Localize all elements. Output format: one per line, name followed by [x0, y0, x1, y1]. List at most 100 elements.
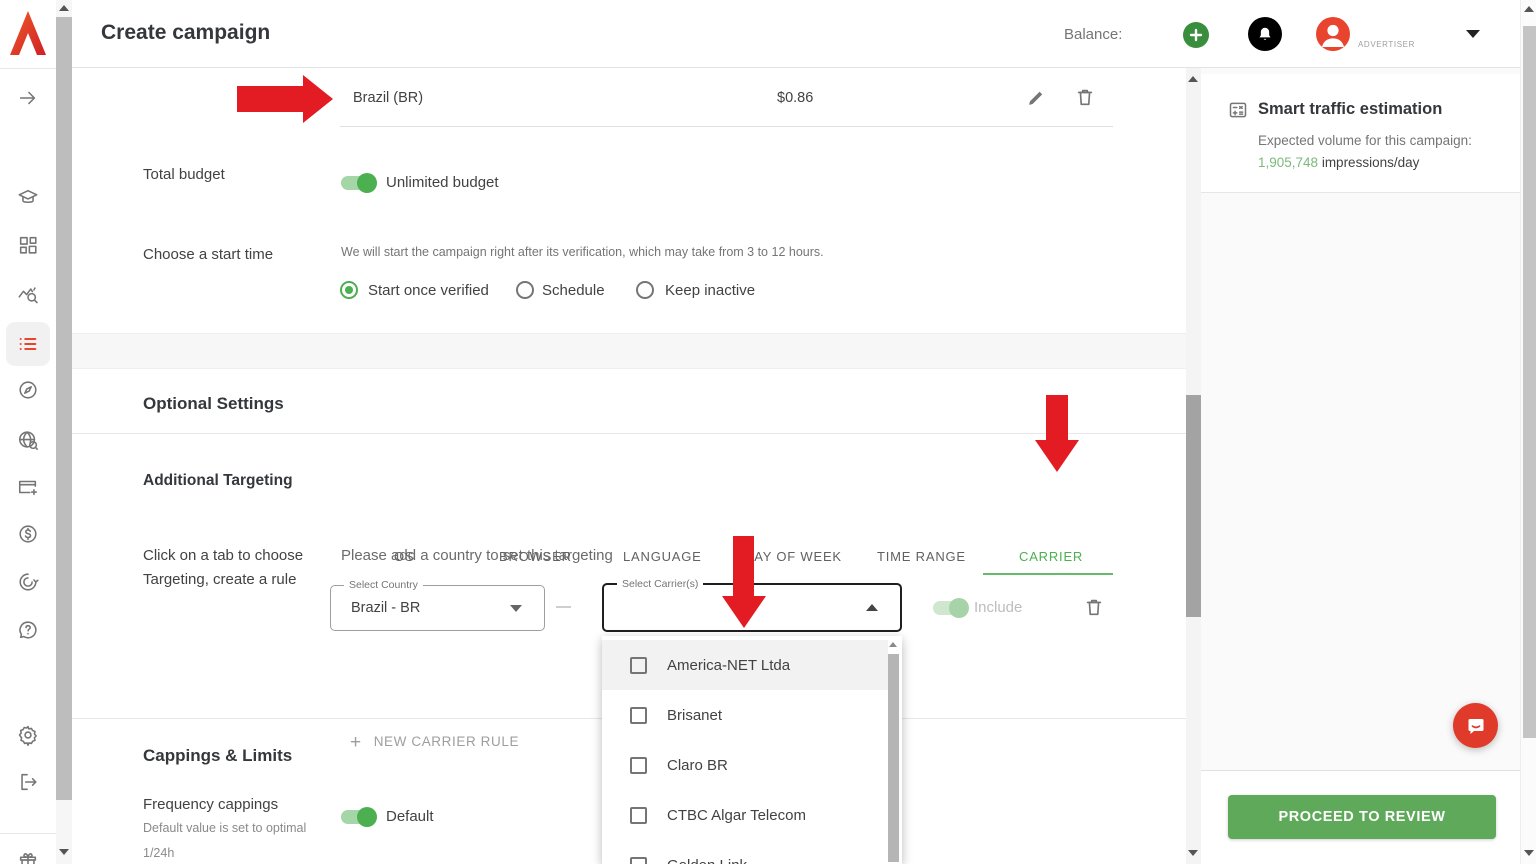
dropdown-option-label: CTBC Algar Telecom	[667, 807, 806, 824]
dropdown-option-america-net[interactable]: America-NET Ltda	[602, 640, 888, 690]
include-toggle[interactable]	[933, 601, 967, 615]
radio-keep-inactive[interactable]	[636, 281, 654, 299]
total-budget-label: Total budget	[143, 166, 225, 183]
account-menu-caret-icon[interactable]	[1466, 30, 1480, 38]
estimation-value-line: 1,905,748 impressions/day	[1258, 155, 1419, 170]
education-icon[interactable]	[6, 178, 50, 218]
top-header: Create campaign Balance: ADVERTISER	[72, 0, 1520, 68]
adsterra-logo-icon[interactable]	[9, 9, 47, 57]
content-scroll-up-icon[interactable]	[1188, 76, 1198, 82]
targeting-hint-line1: Click on a tab to choose	[143, 547, 303, 564]
delete-country-icon[interactable]	[1074, 86, 1098, 110]
dropdown-option-label: Claro BR	[667, 757, 728, 774]
page-scrollbar-thumb[interactable]	[1523, 26, 1536, 738]
proceed-to-review-button[interactable]: PROCEED TO REVIEW	[1228, 795, 1496, 839]
dropdown-option-golden-link[interactable]: Golden Link	[602, 840, 888, 864]
retention-icon[interactable]	[6, 562, 50, 602]
checkbox-icon[interactable]	[630, 757, 647, 774]
checkbox-icon[interactable]	[630, 657, 647, 674]
estimation-title: Smart traffic estimation	[1258, 100, 1442, 119]
dropdown-scrollbar[interactable]	[887, 640, 900, 864]
scroll-up-icon[interactable]	[59, 5, 69, 11]
country-row-price: $0.86	[777, 90, 813, 106]
settings-gear-icon[interactable]	[6, 715, 50, 755]
targeting-hint-line2: Targeting, create a rule	[143, 571, 296, 588]
tab-time-range[interactable]: TIME RANGE	[877, 549, 966, 564]
left-scrollbar[interactable]	[56, 0, 72, 864]
dropdown-scrollbar-thumb[interactable]	[888, 654, 899, 862]
dropdown-option-label: Brisanet	[667, 707, 722, 724]
dropdown-option-label: Golden Link	[667, 857, 747, 864]
app-root: Create campaign Balance: ADVERTISER Braz…	[0, 0, 1536, 864]
radio-keep-inactive-label: Keep inactive	[665, 282, 755, 299]
main-content: Brazil (BR) $0.86 Total budget Unlimited…	[72, 68, 1186, 864]
dropdown-option-claro-br[interactable]: Claro BR	[602, 740, 888, 790]
bottom-action-bar: PROCEED TO REVIEW	[1201, 770, 1520, 864]
calculator-icon	[1228, 100, 1248, 125]
checkbox-icon[interactable]	[630, 707, 647, 724]
optional-settings-title: Optional Settings	[143, 394, 284, 414]
additional-targeting-label: Additional Targeting	[143, 472, 293, 490]
avatar[interactable]	[1316, 17, 1350, 51]
notifications-bell-icon[interactable]	[1248, 17, 1282, 51]
radio-schedule[interactable]	[516, 281, 534, 299]
logout-icon[interactable]	[6, 762, 50, 802]
tab-carrier[interactable]: CARRIER	[1019, 549, 1083, 564]
section-divider	[72, 433, 1186, 434]
dashboard-icon[interactable]	[6, 225, 50, 265]
statistics-icon[interactable]	[6, 275, 50, 315]
content-scrollbar[interactable]	[1186, 68, 1201, 864]
billing-icon[interactable]	[6, 514, 50, 554]
country-select[interactable]: Select Country Brazil - BR	[330, 585, 545, 631]
dropdown-option-ctbc-algar[interactable]: CTBC Algar Telecom	[602, 790, 888, 840]
frequency-default-label: Default	[386, 808, 434, 825]
country-row-label: Brazil (BR)	[353, 90, 423, 106]
frequency-cappings-sub1: Default value is set to optimal	[143, 821, 306, 835]
traffic-chart-icon[interactable]	[6, 420, 50, 460]
content-scrollbar-thumb[interactable]	[1186, 395, 1201, 617]
right-panel: Smart traffic estimation Expected volume…	[1201, 68, 1520, 864]
carrier-select-label: Select Carrier(s)	[617, 578, 703, 590]
carrier-dropdown: America-NET Ltda Brisanet Claro BR CTBC …	[602, 636, 902, 864]
start-time-helper: We will start the campaign right after i…	[341, 245, 824, 259]
frequency-default-toggle[interactable]	[341, 810, 375, 824]
add-balance-button[interactable]	[1183, 22, 1209, 48]
explore-icon[interactable]	[6, 370, 50, 410]
carrier-select-caret-icon[interactable]	[866, 604, 878, 611]
new-carrier-rule-label: NEW CARRIER RULE	[374, 734, 519, 749]
country-select-caret-icon[interactable]	[510, 605, 522, 612]
new-carrier-rule-button[interactable]: + NEW CARRIER RULE	[350, 732, 519, 754]
add-funds-icon[interactable]	[6, 467, 50, 507]
help-icon[interactable]	[6, 610, 50, 650]
delete-rule-icon[interactable]	[1083, 596, 1107, 620]
checkbox-icon[interactable]	[630, 857, 647, 864]
edit-pencil-icon[interactable]	[1025, 87, 1049, 111]
include-label: Include	[974, 599, 1022, 616]
page-title: Create campaign	[101, 21, 270, 45]
dropdown-scroll-up-icon[interactable]	[889, 642, 897, 647]
checkbox-icon[interactable]	[630, 807, 647, 824]
balance-label: Balance:	[1064, 26, 1122, 43]
left-scrollbar-thumb[interactable]	[56, 17, 72, 800]
chat-widget-button[interactable]	[1453, 703, 1498, 748]
unlimited-budget-label: Unlimited budget	[386, 174, 499, 191]
tab-day-of-week[interactable]: DAY OF WEEK	[744, 549, 842, 564]
content-scroll-down-icon[interactable]	[1188, 850, 1198, 856]
gift-icon[interactable]	[6, 840, 50, 864]
radio-start-once-verified[interactable]	[340, 281, 358, 299]
unlimited-budget-toggle[interactable]	[341, 176, 375, 190]
scroll-down-icon[interactable]	[59, 849, 69, 855]
add-country-instruction: Please add a country to set this targeti…	[341, 547, 613, 564]
tab-language[interactable]: LANGUAGE	[623, 549, 702, 564]
radio-schedule-label: Schedule	[542, 282, 605, 299]
page-scroll-down-icon[interactable]	[1524, 850, 1534, 856]
left-sidebar	[0, 0, 56, 864]
country-select-label: Select Country	[344, 579, 423, 591]
campaigns-list-icon[interactable]	[6, 322, 50, 366]
plus-icon: +	[350, 732, 362, 753]
collapse-arrow-icon[interactable]	[6, 78, 50, 118]
page-scrollbar[interactable]	[1520, 0, 1536, 864]
dropdown-option-brisanet[interactable]: Brisanet	[602, 690, 888, 740]
frequency-cappings-sub2: 1/24h	[143, 846, 174, 860]
page-scroll-up-icon[interactable]	[1524, 6, 1534, 12]
